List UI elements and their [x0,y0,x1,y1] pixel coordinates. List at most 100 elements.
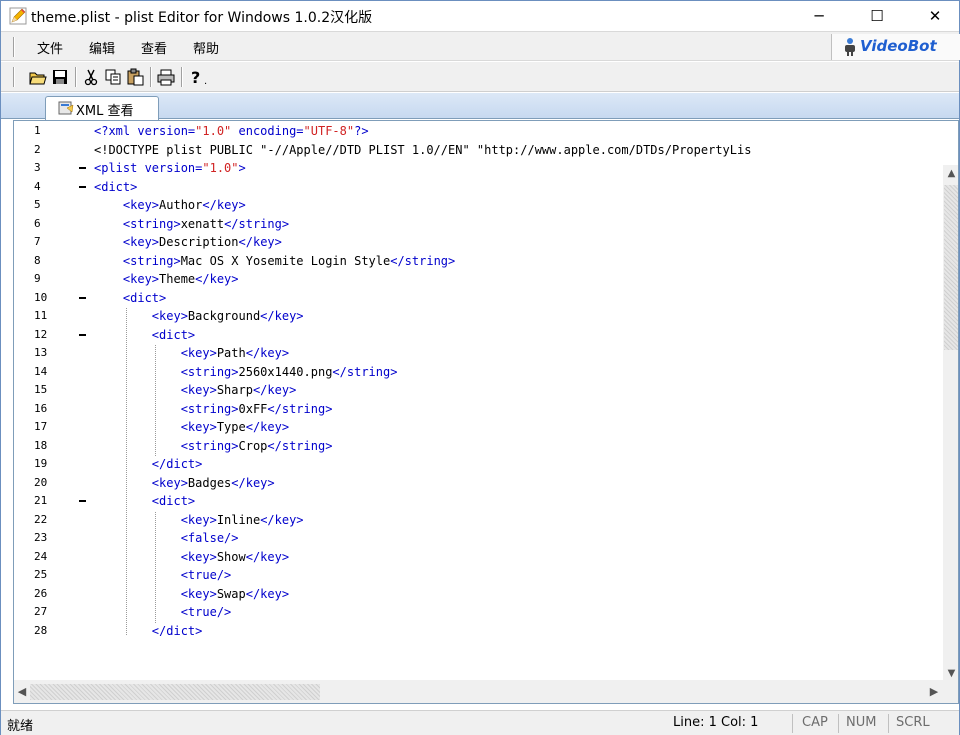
toolbar-separator [75,67,77,87]
line-number: 24 [34,549,48,563]
code-line[interactable]: 3 <plist version="1.0"> [14,159,943,178]
code-line[interactable]: 9 <key>Theme</key> [14,270,943,289]
menu-grip[interactable] [13,37,15,57]
app-window: theme.plist - plist Editor for Windows 1… [0,0,960,735]
pencil-app-icon [9,7,27,25]
code-line[interactable]: 19 </dict> [14,455,943,474]
code-line[interactable]: 14 <string>2560x1440.png</string> [14,363,943,382]
fold-marker-icon[interactable] [79,296,86,299]
code-text: </dict> [151,623,203,637]
code-text: <!DOCTYPE plist PUBLIC "-//Apple//DTD PL… [94,142,752,157]
code-line[interactable]: 4 <dict> [14,178,943,197]
vertical-scrollbar[interactable]: ▲ ▼ [943,165,958,703]
code-line[interactable]: 10 <dict> [14,289,943,308]
xml-editor[interactable]: 1 <?xml version="1.0" encoding="UTF-8"?> 2… [13,120,959,704]
code-line[interactable]: 6 <string>xenatt</string> [14,215,943,234]
status-separator [838,714,839,733]
fold-marker-icon[interactable] [79,167,86,169]
code-line[interactable]: 24 <key>Show</key> [14,548,943,567]
cursor-position: Line: 1 Col: 1 [673,715,759,730]
line-number: 17 [34,420,48,433]
code-text: <plist version="1.0"> [94,161,246,175]
code-line[interactable]: 7 <key>Description</key> [14,233,943,252]
code-text: <key>Author</key> [122,198,246,212]
code-text: <dict> [122,290,167,305]
line-number: 25 [34,568,48,581]
code-area[interactable]: 1 <?xml version="1.0" encoding="UTF-8"?> 2… [14,121,943,636]
tab-strip: XML 查看 [1,93,959,120]
code-line[interactable]: 12 <dict> [14,326,943,345]
code-line[interactable]: 25 <true/> [14,566,943,585]
code-text: <string>Crop</string> [180,438,333,453]
line-number: 23 [34,531,48,544]
cut-icon[interactable] [82,68,100,86]
paste-icon[interactable] [126,68,144,86]
code-text: <dict> [151,327,196,342]
line-number: 18 [34,438,48,452]
close-button[interactable]: ✕ [912,1,958,31]
code-line[interactable]: 17 <key>Type</key> [14,418,943,437]
code-line[interactable]: 16 <string>0xFF</string> [14,400,943,419]
line-number: 2 [34,142,41,156]
vertical-scroll-thumb[interactable] [944,185,958,350]
code-line[interactable]: 2 <!DOCTYPE plist PUBLIC "-//Apple//DTD P… [14,141,943,160]
scroll-up-button[interactable]: ▲ [943,165,958,182]
code-line[interactable]: 18 <string>Crop</string> [14,437,943,456]
xml-view-icon [58,101,74,115]
scroll-down-button[interactable]: ▼ [943,665,958,682]
code-line[interactable]: 20 <key>Badges</key> [14,474,943,493]
num-lock-indicator: NUM [846,715,877,730]
line-number: 15 [34,383,48,396]
code-line[interactable]: 27 <true/> [14,603,943,622]
fold-marker-icon[interactable] [79,333,86,336]
open-folder-icon[interactable] [29,68,47,86]
menu-view[interactable]: 查看 [138,38,170,57]
line-number: 22 [34,512,48,526]
code-line[interactable]: 26 <key>Swap</key> [14,585,943,604]
code-text: <string>xenatt</string> [122,216,290,231]
line-number: 11 [34,309,48,322]
line-number: 28 [34,623,48,637]
scroll-right-button[interactable]: ▶ [926,684,942,700]
code-line[interactable]: 5 <key>Author</key> [14,196,943,215]
menu-help[interactable]: 帮助 [190,38,222,57]
save-icon[interactable] [51,68,69,86]
status-bar: 就绪 Line: 1 Col: 1 CAP NUM SCRL [1,710,959,735]
print-icon[interactable] [157,68,175,86]
svg-text:.: . [204,76,207,86]
code-text: <string>0xFF</string> [180,401,333,416]
menu-file[interactable]: 文件 [34,38,66,57]
copy-icon[interactable] [104,68,122,86]
code-line[interactable]: 21 <dict> [14,492,943,511]
fold-marker-icon[interactable] [79,185,86,188]
maximize-button[interactable]: ☐ [854,1,900,31]
scroll-left-button[interactable]: ◀ [14,684,30,700]
code-line[interactable]: 13 <key>Path</key> [14,344,943,363]
code-text: <key>Sharp</key> [180,383,297,397]
status-separator [792,714,793,733]
tab-label: XML 查看 [76,104,134,119]
tab-xml-view[interactable]: XML 查看 [45,96,159,120]
code-line[interactable]: 1 <?xml version="1.0" encoding="UTF-8"?> [14,122,943,141]
code-text: <string>Mac OS X Yosemite Login Style</s… [122,253,456,268]
menu-edit[interactable]: 编辑 [86,38,118,57]
toolbar: ? . [1,62,959,92]
horizontal-scroll-thumb[interactable] [30,684,320,700]
code-text: <false/> [180,531,239,545]
indent-guide [125,308,127,636]
code-line[interactable]: 23 <false/> [14,529,943,548]
code-text: <key>Path</key> [180,346,290,360]
fold-marker-icon[interactable] [79,500,86,502]
help-icon[interactable]: ? . [189,68,215,86]
code-line[interactable]: 11 <key>Background</key> [14,307,943,326]
code-line[interactable]: 22 <key>Inline</key> [14,511,943,530]
minimize-button[interactable]: ─ [796,1,842,31]
code-line[interactable]: 28 </dict> [14,622,943,637]
horizontal-scrollbar[interactable]: ◀ ▶ [14,680,943,703]
code-line[interactable]: 8 <string>Mac OS X Yosemite Login Style<… [14,252,943,271]
code-text: <key>Swap</key> [180,586,290,601]
toolbar-grip[interactable] [13,67,15,87]
toolbar-separator [181,67,183,87]
line-number: 16 [34,401,48,415]
code-line[interactable]: 15 <key>Sharp</key> [14,381,943,400]
